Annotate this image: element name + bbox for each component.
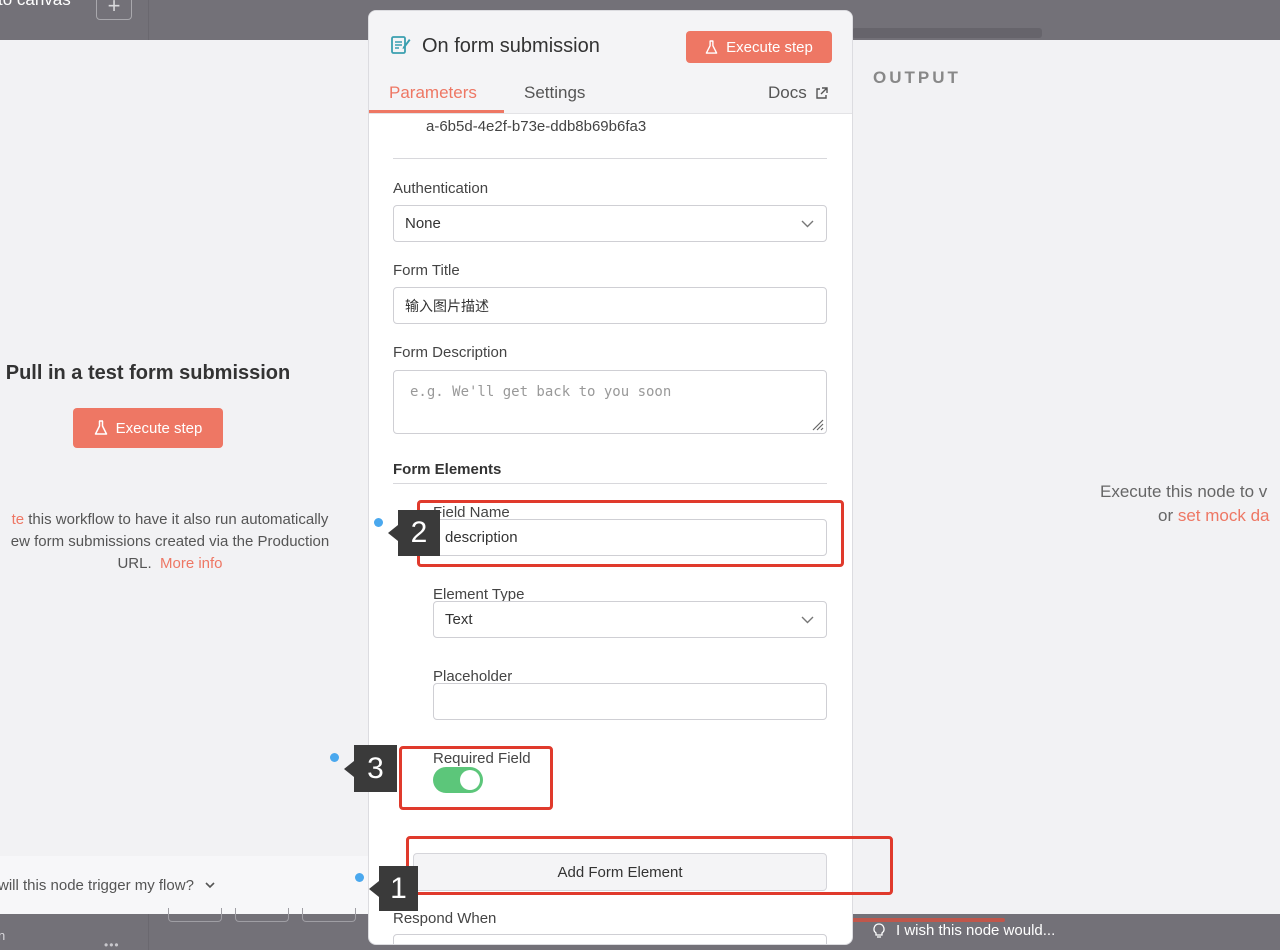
form-elements-label: Form Elements bbox=[393, 461, 502, 478]
flask-icon bbox=[94, 420, 107, 435]
output-pane-label: OUTPUT bbox=[873, 68, 961, 87]
feedback-link[interactable]: I wish this node would... bbox=[872, 922, 1055, 939]
feedback-text: I wish this node would... bbox=[896, 922, 1056, 939]
authentication-select[interactable]: None bbox=[393, 205, 827, 242]
form-icon bbox=[391, 36, 411, 54]
tab-settings[interactable]: Settings bbox=[524, 83, 585, 103]
tab-docs[interactable]: Docs bbox=[768, 83, 828, 103]
production-info-text: te this workflow to have it also run aut… bbox=[10, 511, 330, 572]
authentication-label: Authentication bbox=[393, 180, 489, 197]
execute-step-button-input[interactable]: Execute step bbox=[73, 408, 223, 448]
element-type-select[interactable]: Text bbox=[433, 601, 827, 638]
chevron-down-icon bbox=[205, 882, 215, 889]
annotation-dot bbox=[374, 518, 383, 527]
activate-link[interactable]: te bbox=[12, 511, 25, 528]
more-options-icon[interactable]: ••• bbox=[104, 938, 120, 950]
flask-icon bbox=[705, 39, 718, 54]
scrollbar[interactable] bbox=[852, 28, 1042, 38]
ghost-button bbox=[168, 908, 222, 922]
respond-when-select[interactable] bbox=[393, 934, 827, 944]
form-description-label: Form Description bbox=[393, 344, 508, 361]
webhook-id-text: a-6b5d-4e2f-b73e-ddb8b69b6fa3 bbox=[426, 118, 647, 135]
form-description-textarea[interactable]: e.g. We'll get back to you soon bbox=[393, 370, 827, 434]
input-pane-title: Pull in a test form submission bbox=[5, 362, 291, 384]
annotation-badge-1: 1 bbox=[369, 866, 418, 911]
form-title-input[interactable]: 输入图片描述 bbox=[393, 287, 827, 324]
ghost-button bbox=[235, 908, 289, 922]
trigger-question-toggle[interactable]: will this node trigger my flow? bbox=[0, 856, 368, 914]
annotation-dot bbox=[355, 873, 364, 882]
chevron-down-icon bbox=[801, 616, 814, 624]
placeholder-input[interactable] bbox=[433, 683, 827, 720]
execute-step-label: Execute step bbox=[115, 419, 203, 437]
set-mock-data-link[interactable]: set mock da bbox=[1178, 506, 1270, 525]
chevron-down-icon bbox=[801, 220, 814, 228]
annotation-dot bbox=[330, 753, 339, 762]
execute-step-button[interactable]: Execute step bbox=[686, 31, 832, 63]
active-tab-indicator bbox=[369, 110, 504, 113]
highlight-box-required bbox=[399, 746, 553, 810]
back-to-canvas-link[interactable]: to canvas bbox=[0, 0, 71, 10]
annotation-badge-3: 3 bbox=[344, 745, 397, 792]
highlight-box-field-name bbox=[417, 500, 844, 567]
resize-grip-icon[interactable] bbox=[810, 417, 824, 431]
external-link-icon bbox=[816, 86, 828, 99]
tab-parameters[interactable]: Parameters bbox=[389, 83, 477, 103]
form-title-label: Form Title bbox=[393, 262, 460, 279]
annotation-badge-2: 2 bbox=[388, 510, 440, 556]
respond-when-label: Respond When bbox=[393, 910, 497, 927]
output-empty-text: Execute this node to v or set mock da bbox=[1100, 482, 1270, 525]
ghost-button bbox=[302, 908, 356, 922]
highlight-box-add-element bbox=[406, 836, 893, 895]
add-node-button[interactable]: + bbox=[96, 0, 132, 20]
node-title[interactable]: On form submission bbox=[422, 35, 600, 58]
trigger-question-text: will this node trigger my flow? bbox=[0, 876, 194, 894]
execute-step-label: Execute step bbox=[726, 38, 813, 56]
more-info-link[interactable]: More info bbox=[160, 555, 223, 572]
divider bbox=[148, 0, 149, 40]
panel-header: On form submission Execute step Paramete… bbox=[369, 11, 852, 114]
lightbulb-icon bbox=[873, 922, 885, 938]
